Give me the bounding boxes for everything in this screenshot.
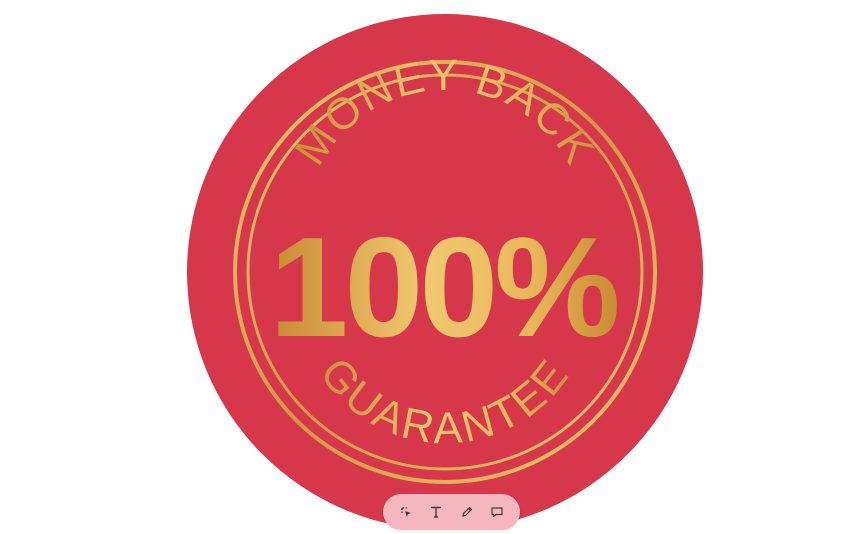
draw-tool-button[interactable] <box>455 500 479 524</box>
text-tool-button[interactable] <box>424 500 448 524</box>
annotation-toolbar <box>383 494 520 530</box>
comment-icon <box>491 507 503 518</box>
lasso-select-button[interactable] <box>394 500 418 524</box>
text-icon <box>431 506 442 518</box>
pencil-icon <box>462 506 472 517</box>
badge-center-text: 100% <box>269 208 617 367</box>
lasso-select-icon <box>401 507 412 517</box>
comment-tool-button[interactable] <box>485 500 509 524</box>
money-back-guarantee-badge: MONEY BACK 100% GUARANTEE <box>187 14 703 530</box>
image-canvas: MONEY BACK 100% GUARANTEE <box>0 0 866 534</box>
